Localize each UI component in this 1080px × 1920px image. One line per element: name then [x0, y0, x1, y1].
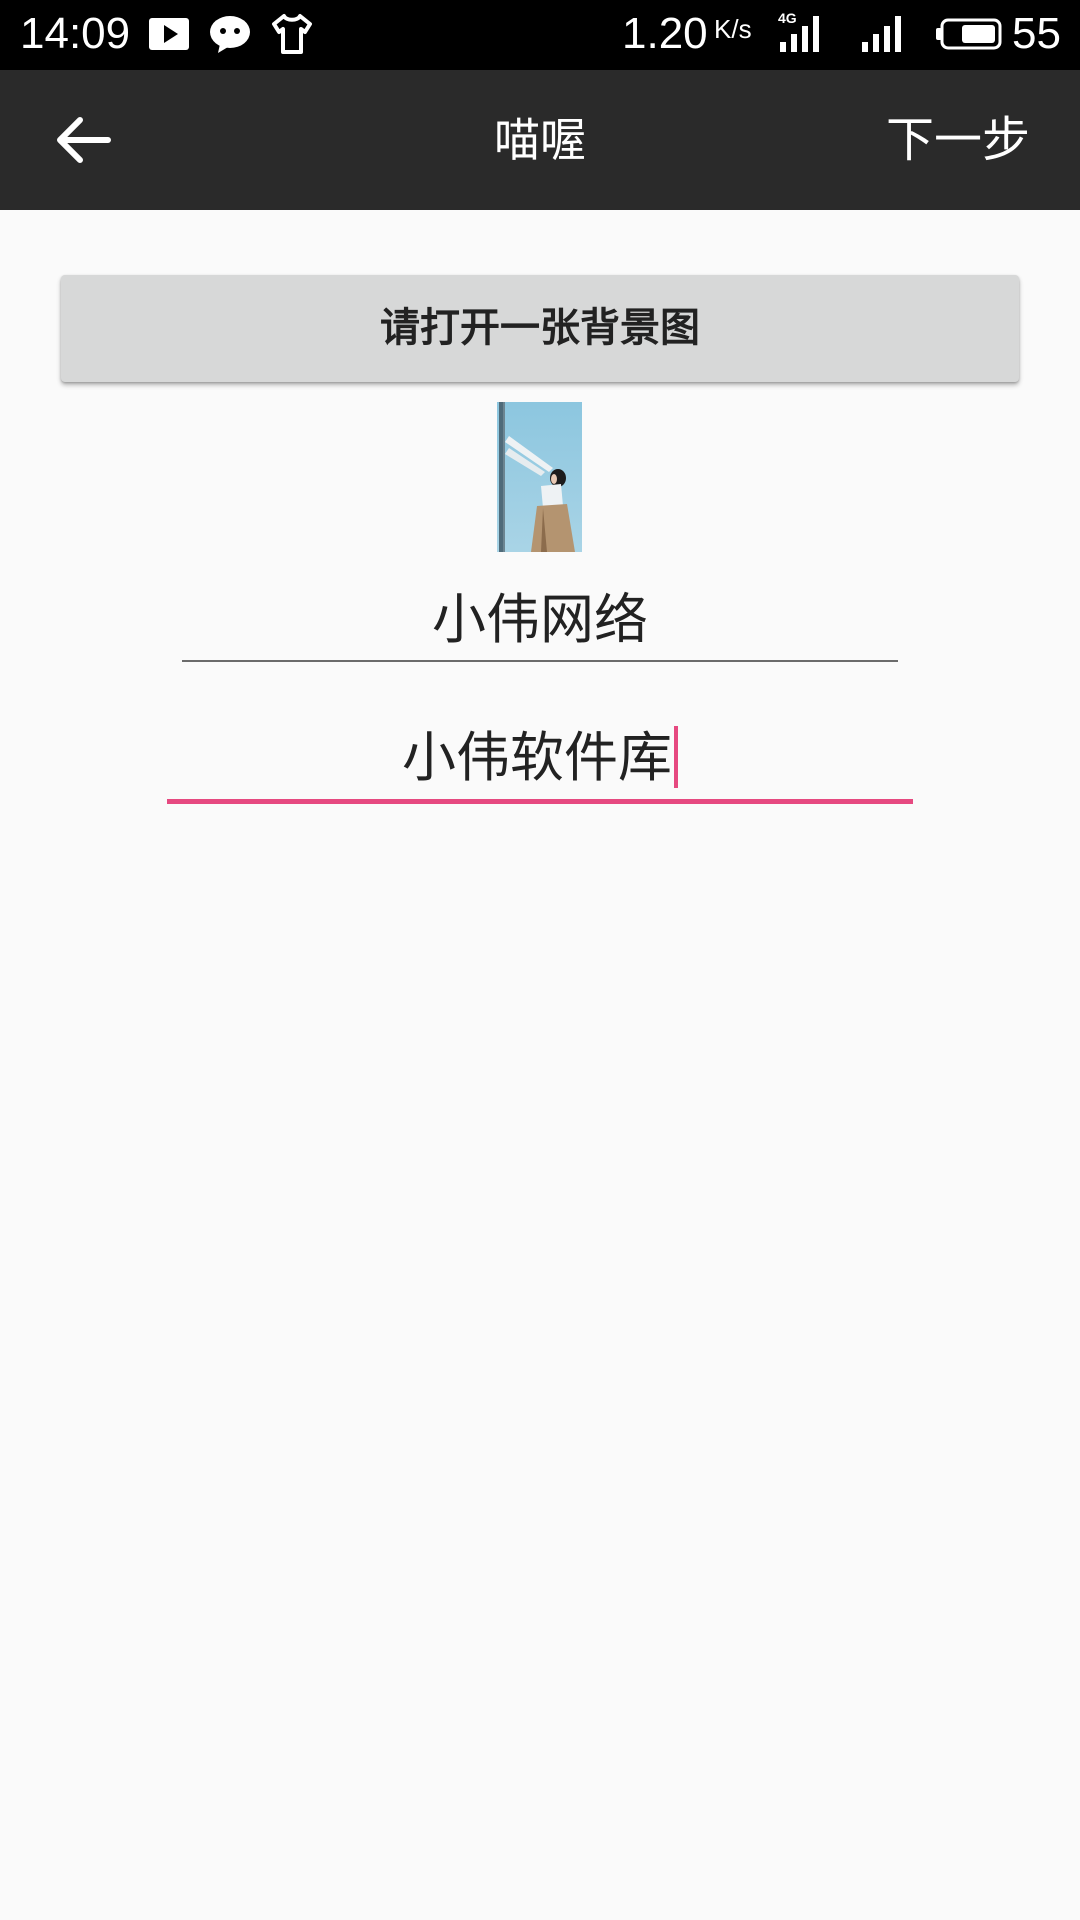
status-bar: 14:09 1.20 K/s 4G 55	[0, 0, 1080, 70]
page-title: 喵喔	[494, 113, 586, 167]
network-speed: 1.20	[622, 9, 708, 58]
background-image-thumbnail[interactable]	[497, 402, 582, 552]
field-2-value: 小伟软件库	[402, 726, 672, 789]
text-field-1[interactable]: 小伟网络	[182, 582, 898, 662]
text-cursor	[674, 726, 678, 788]
field-2-underline	[167, 799, 913, 804]
app-bar: 喵喔 下一步	[0, 70, 1080, 210]
status-time: 14:09	[20, 9, 131, 58]
network-speed-unit: K/s	[714, 14, 752, 44]
tshirt-icon	[272, 14, 312, 54]
battery-icon	[936, 18, 1002, 50]
open-background-button[interactable]: 请打开一张背景图	[61, 275, 1019, 382]
field-1-underline	[182, 660, 898, 662]
next-step-button[interactable]: 下一步	[886, 108, 1030, 172]
battery-level: 55	[1012, 9, 1061, 58]
field-1-value: 小伟网络	[432, 588, 648, 651]
arrow-left-icon	[57, 117, 111, 163]
play-icon	[149, 18, 189, 50]
back-button[interactable]	[40, 100, 130, 180]
text-field-2[interactable]: 小伟软件库	[167, 718, 913, 804]
signal-4g-icon: 4G	[778, 10, 828, 56]
wechat-icon	[210, 16, 250, 53]
signal-icon	[862, 16, 901, 52]
